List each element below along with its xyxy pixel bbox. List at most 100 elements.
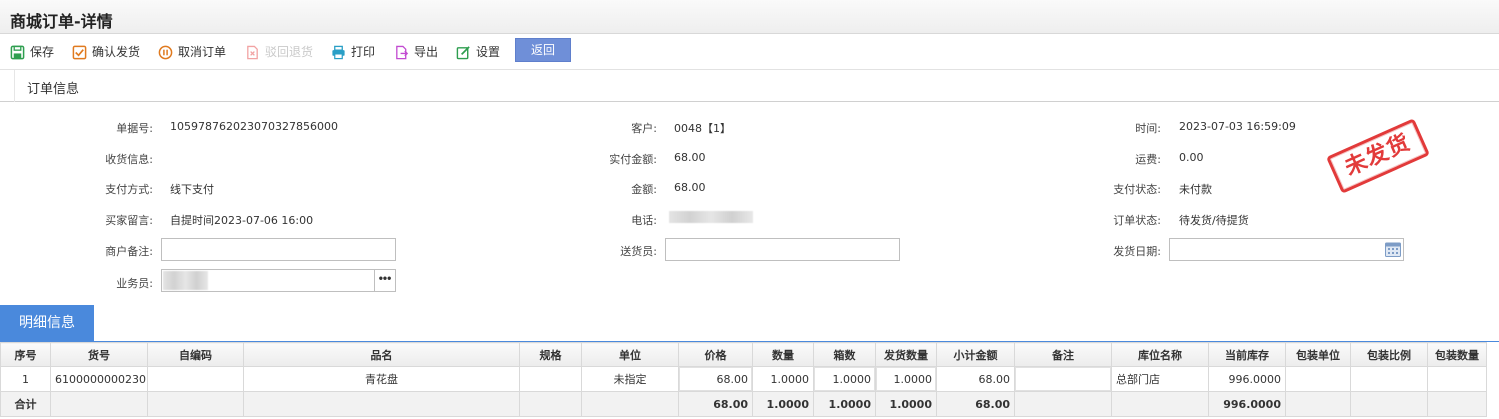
print-button[interactable]: 打印 [331, 42, 375, 62]
col-header[interactable]: 自编码 [147, 342, 244, 367]
order-status-label: 订单状态: [1113, 214, 1161, 227]
confirm-ship-button[interactable]: 确认发货 [72, 42, 140, 62]
cell-ship-qty[interactable]: 1.0000 [875, 366, 937, 392]
table-row[interactable]: 1 6100000000230 青花盘 未指定 68.00 1.0000 1.0… [0, 366, 1487, 392]
settings-button[interactable]: 设置 [456, 42, 500, 62]
total-ship-qty: 1.0000 [875, 391, 937, 417]
page-title: 商城订单-详情 [10, 12, 113, 31]
cell-stock: 996.0000 [1208, 366, 1286, 392]
salesman-label: 业务员: [116, 277, 153, 290]
freight-label: 运费: [1135, 153, 1161, 166]
merchant-note-input[interactable] [161, 238, 396, 261]
order-status-value: 待发货/待提货 [1179, 214, 1249, 227]
toolbar: 保存 确认发货 取消订单 驳回退货 打印 导出 设置 [0, 34, 1499, 70]
calendar-icon[interactable] [1384, 240, 1402, 258]
cancel-order-label: 取消订单 [178, 45, 227, 59]
total-row: 合计 68.00 1.0000 1.0000 1.0000 68.00 996.… [0, 391, 1487, 417]
pause-circle-icon [158, 45, 173, 59]
cell-price[interactable]: 68.00 [678, 366, 753, 392]
col-header[interactable]: 当前库存 [1208, 342, 1286, 367]
time-value: 2023-07-03 16:59:09 [1179, 120, 1296, 133]
order-info-title: 订单信息 [27, 82, 80, 97]
pay-status-label: 支付状态: [1113, 183, 1161, 196]
total-cell [1350, 391, 1428, 417]
cell-spec [519, 366, 582, 392]
cell-location: 总部门店 [1111, 366, 1209, 392]
col-header[interactable]: 货号 [50, 342, 148, 367]
total-cell [1111, 391, 1209, 417]
document-x-icon [247, 45, 258, 59]
back-button[interactable]: 返回 [515, 38, 571, 62]
courier-input[interactable] [665, 238, 900, 261]
cancel-order-button[interactable]: 取消订单 [158, 42, 226, 62]
total-price: 68.00 [678, 391, 753, 417]
col-header[interactable]: 包装单位 [1285, 342, 1351, 367]
export-label: 导出 [414, 45, 439, 59]
reject-return-label: 驳回退货 [265, 45, 314, 59]
time-label: 时间: [1135, 122, 1161, 135]
total-cell [519, 391, 582, 417]
ship-date-input[interactable] [1169, 238, 1404, 261]
merchant-note-label: 商户备注: [105, 245, 153, 258]
total-subtotal: 68.00 [936, 391, 1015, 417]
col-header[interactable]: 包装比例 [1350, 342, 1428, 367]
salesman-value-redacted [163, 271, 208, 290]
buyer-message-label: 买家留言: [105, 214, 153, 227]
col-header[interactable]: 序号 [0, 342, 51, 367]
edit-box-icon [456, 45, 470, 59]
phone-value-redacted [669, 211, 753, 223]
salesman-picker-button[interactable]: ••• [374, 269, 396, 292]
col-header[interactable]: 单位 [581, 342, 679, 367]
detail-grid: 序号 货号 自编码 品名 规格 单位 价格 数量 箱数 发货数量 小计金额 备注… [0, 342, 1487, 417]
total-cell [1285, 391, 1351, 417]
floppy-disk-icon [10, 45, 25, 59]
cell-remark[interactable] [1014, 366, 1112, 392]
order-info-header: 订单信息 [0, 70, 1499, 102]
col-header[interactable]: 库位名称 [1111, 342, 1209, 367]
paid-amount-value: 68.00 [674, 151, 706, 164]
cell-subtotal: 68.00 [936, 366, 1015, 392]
col-header[interactable]: 备注 [1014, 342, 1112, 367]
amount-label: 金额: [631, 183, 657, 196]
col-header[interactable]: 发货数量 [875, 342, 937, 367]
cell-boxes[interactable]: 1.0000 [813, 366, 876, 392]
col-header[interactable]: 包装数量 [1427, 342, 1487, 367]
buyer-message-value: 自提时间2023-07-06 16:00 [170, 214, 314, 227]
customer-value: 0048【1】 [674, 122, 731, 135]
doc-no-label: 单据号: [116, 122, 153, 135]
total-label: 合计 [0, 391, 51, 417]
total-stock: 996.0000 [1208, 391, 1286, 417]
save-label: 保存 [30, 45, 55, 59]
cell-product-name: 青花盘 [243, 366, 520, 392]
total-cell [1014, 391, 1112, 417]
section-divider [14, 70, 15, 102]
status-stamp: 未发货 [1326, 118, 1430, 194]
export-button[interactable]: 导出 [394, 42, 438, 62]
checkbox-icon [72, 45, 87, 59]
doc-no-value: 105978762023070327856000 [170, 120, 338, 133]
col-header[interactable]: 规格 [519, 342, 582, 367]
pay-method-value: 线下支付 [170, 183, 214, 196]
col-header[interactable]: 数量 [752, 342, 814, 367]
courier-label: 送货员: [620, 245, 657, 258]
col-header[interactable]: 小计金额 [936, 342, 1015, 367]
settings-label: 设置 [476, 45, 501, 59]
reject-return-button[interactable]: 驳回退货 [245, 42, 313, 62]
col-header[interactable]: 价格 [678, 342, 753, 367]
save-button[interactable]: 保存 [10, 42, 54, 62]
consignee-label: 收货信息: [105, 153, 153, 166]
phone-label: 电话: [631, 214, 657, 227]
amount-value: 68.00 [674, 181, 706, 194]
customer-label: 客户: [631, 122, 657, 135]
printer-icon [332, 45, 345, 59]
col-header[interactable]: 箱数 [813, 342, 876, 367]
cell-pack-unit [1285, 366, 1351, 392]
total-cell [1427, 391, 1487, 417]
total-boxes: 1.0000 [813, 391, 876, 417]
confirm-ship-label: 确认发货 [92, 45, 141, 59]
tab-detail-info[interactable]: 明细信息 [0, 305, 94, 341]
grid-header-row: 序号 货号 自编码 品名 规格 单位 价格 数量 箱数 发货数量 小计金额 备注… [0, 342, 1487, 367]
total-qty: 1.0000 [752, 391, 814, 417]
paid-amount-label: 实付金额: [609, 153, 657, 166]
col-header[interactable]: 品名 [243, 342, 520, 367]
